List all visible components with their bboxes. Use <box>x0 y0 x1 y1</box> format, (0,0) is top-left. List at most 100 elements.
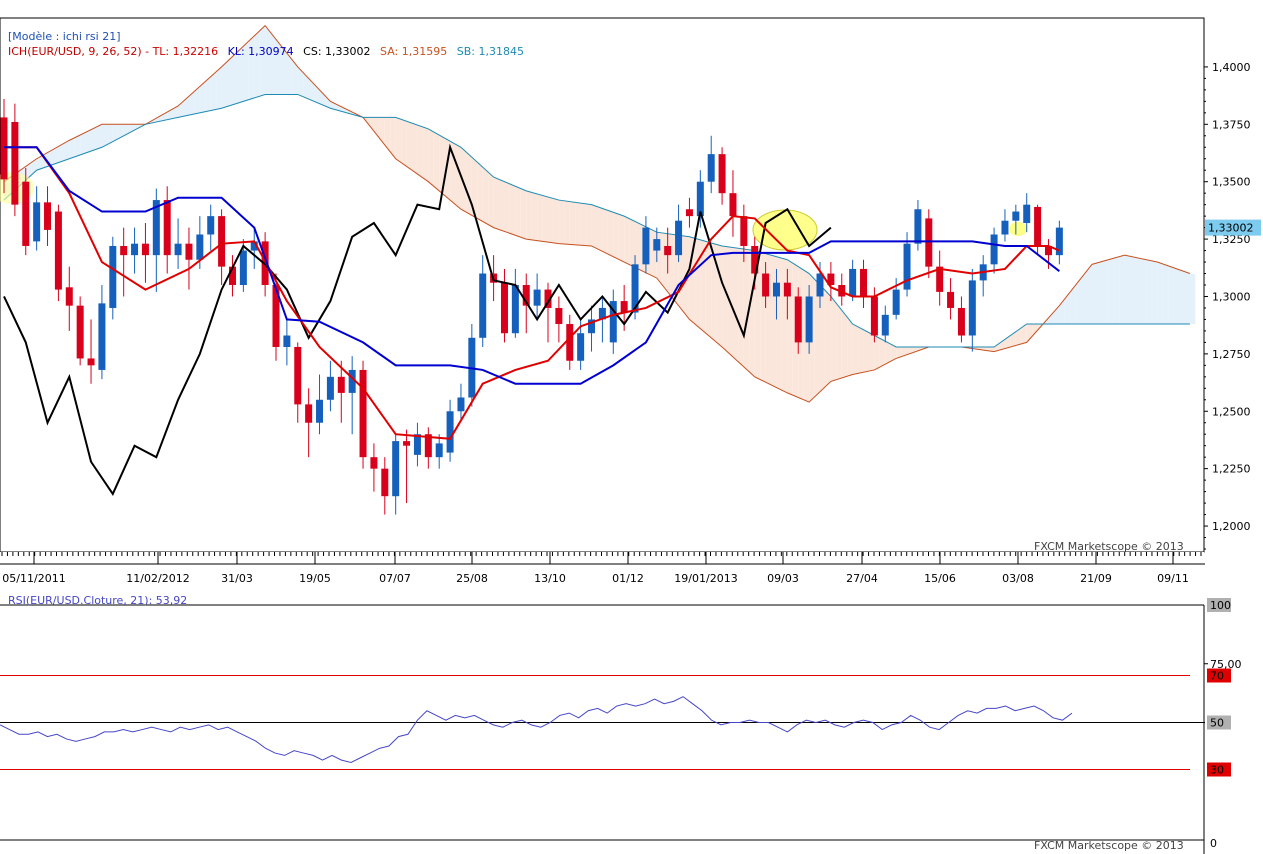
cloud-segment <box>1092 262 1098 325</box>
watermark-bottom: FXCM Marketscope © 2013 <box>1034 839 1184 852</box>
candle-body <box>435 443 443 458</box>
cloud-segment <box>1146 259 1152 325</box>
cloud-segment <box>270 32 276 95</box>
candle-body <box>44 202 52 230</box>
model-name: [Modèle : ichi rsi 21] <box>8 30 121 43</box>
time-tick-label: 03/08 <box>1002 572 1034 585</box>
candle-body <box>1001 220 1009 235</box>
candle-body <box>566 324 574 361</box>
cloud-segment <box>847 317 853 377</box>
candle-body <box>1034 206 1042 246</box>
cloud-segment <box>558 200 565 245</box>
price-tick-label: 1,2500 <box>1212 405 1251 418</box>
rsi-tick-0: 0 <box>1210 837 1217 850</box>
cloud-segment <box>259 25 266 97</box>
price-panel-frame <box>0 17 1205 553</box>
price-tick-label: 1,2000 <box>1212 520 1251 533</box>
time-tick-label: 19/05 <box>299 572 331 585</box>
cloud-segment <box>221 61 228 109</box>
cloud-segment <box>716 244 723 347</box>
cloud-segment <box>1130 256 1136 325</box>
time-tick-label: 11/02/2012 <box>126 572 189 585</box>
price-tick-label: 1,3500 <box>1212 176 1251 189</box>
candle-body <box>849 268 857 297</box>
cloud-segment <box>1162 263 1169 325</box>
time-tick-label: 21/09 <box>1080 572 1112 585</box>
cloud-segment <box>1075 278 1082 325</box>
candle-body <box>500 282 508 334</box>
cloud-segment <box>1097 261 1103 325</box>
cloud-segment <box>874 335 880 370</box>
time-tick-label: 31/03 <box>221 572 253 585</box>
current-price-label: 1,33002 <box>1208 222 1254 235</box>
cloud-segment <box>694 238 701 329</box>
cloud-segment <box>80 132 86 155</box>
cloud-segment <box>1124 255 1131 325</box>
tenkan-value: TL: 1,32216 <box>152 45 219 58</box>
cloud-segment <box>1102 259 1109 325</box>
cloud-segment <box>667 233 674 299</box>
cloud-segment <box>1086 264 1092 325</box>
rsi-legend: RSI(EUR/USD.Cloture, 21): 53,92 <box>8 594 187 607</box>
cloud-segment <box>412 123 418 175</box>
candle-body <box>947 291 955 308</box>
candle-body <box>11 122 19 205</box>
candle-body <box>870 296 878 336</box>
cloud-segment <box>205 76 211 112</box>
cloud-segment <box>662 232 668 292</box>
time-tick-label: 27/04 <box>846 572 878 585</box>
rsi-tick-100: 100 <box>1210 599 1231 612</box>
price-tick-label: 1,2250 <box>1212 463 1251 476</box>
candle-body <box>98 303 106 370</box>
cloud-segment <box>596 206 603 252</box>
candle-body <box>1012 211 1020 221</box>
candle-body <box>185 243 193 260</box>
candle-body <box>446 411 454 453</box>
chart-canvas: 1,40001,37501,35001,32501,30001,27501,25… <box>0 17 1263 854</box>
candle-body <box>860 268 868 297</box>
cloud-segment <box>537 193 543 242</box>
candle-body <box>403 441 411 446</box>
cloud-segment <box>629 218 636 268</box>
watermark-bottom-text: FXCM Marketscope © 2013 <box>1034 839 1184 852</box>
cloud-segment <box>85 129 92 153</box>
candle-body <box>914 209 922 244</box>
cloud-segment <box>732 247 739 362</box>
candle-body <box>326 376 334 400</box>
cloud-segment <box>820 285 826 392</box>
candle-body <box>925 218 933 267</box>
cloud-segment <box>401 119 407 167</box>
model-label: [Modèle : ichi rsi 21] <box>8 30 121 43</box>
cloud-segment <box>417 125 423 178</box>
candle-body <box>120 245 128 256</box>
cloud-segment <box>265 25 271 95</box>
cloud-segment <box>635 221 641 271</box>
price-tick-label: 1,3000 <box>1212 290 1251 303</box>
cloud-segment <box>613 212 619 260</box>
cloud-segment <box>1189 273 1196 325</box>
cloud-segment <box>96 124 102 150</box>
cloud-segment <box>618 214 625 263</box>
rsi-level-label-30: 30 <box>1210 764 1224 777</box>
cloud-segment <box>216 66 222 110</box>
cloud-segment <box>422 126 429 182</box>
watermark-top: FXCM Marketscope © 2013 <box>1034 540 1184 553</box>
candle-body <box>696 181 704 217</box>
candle-body <box>218 216 226 267</box>
cloud-segment <box>1108 258 1114 325</box>
time-tick-label: 19/01/2013 <box>674 572 737 585</box>
chikou-value: CS: 1,33002 <box>303 45 371 58</box>
rsi-level-label-70: 70 <box>1210 670 1224 683</box>
cloud-segment <box>499 179 505 232</box>
cloud-segment <box>406 121 412 171</box>
cloud-segment <box>651 229 657 279</box>
candle-body <box>957 307 965 336</box>
candle-body <box>685 209 693 217</box>
candle-body <box>0 117 8 180</box>
candle-body <box>783 282 791 297</box>
span-a-value: SA: 1,31595 <box>380 45 448 58</box>
candle-body <box>816 273 824 297</box>
cloud-segment <box>254 30 260 98</box>
cloud-segment <box>841 310 848 378</box>
cloud-segment <box>395 117 402 163</box>
